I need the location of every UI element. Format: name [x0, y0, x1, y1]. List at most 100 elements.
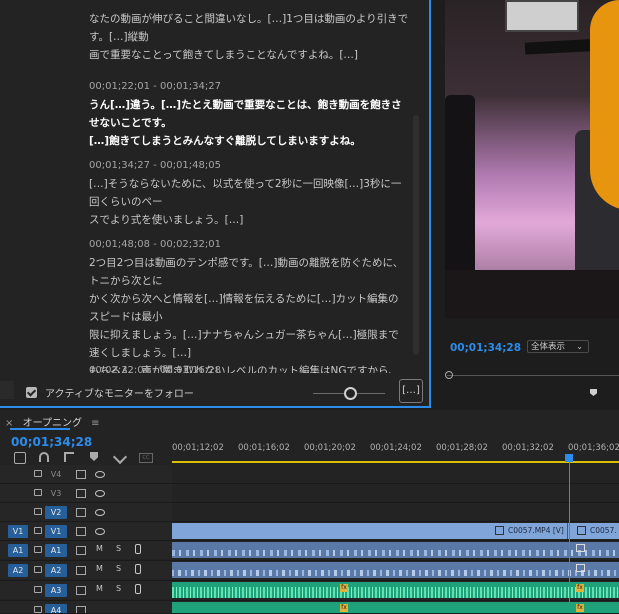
eye-icon[interactable] [95, 471, 105, 478]
insert-icon[interactable] [64, 452, 74, 462]
sync-lock-icon[interactable] [76, 470, 86, 479]
sync-lock-icon[interactable] [76, 606, 86, 613]
solo-button[interactable]: S [116, 564, 121, 573]
more-options-button[interactable]: […] [399, 379, 423, 403]
work-area-bar[interactable] [172, 461, 619, 463]
lock-icon[interactable] [34, 546, 42, 553]
keyframe-icon [576, 564, 585, 572]
guitar-image [445, 95, 475, 285]
track-target[interactable]: A4 [45, 604, 67, 613]
follow-monitor-checkbox[interactable] [26, 387, 37, 398]
track-a2: A2 A2 M S [0, 561, 619, 581]
audio-clip[interactable] [172, 542, 619, 558]
track-header: A3 M S [0, 581, 172, 599]
menu-icon[interactable]: ≡ [91, 418, 99, 429]
solo-button[interactable]: S [116, 584, 121, 593]
transcript-block-2[interactable]: 00;01;34;27 - 00;01;48;05 […]そうならないために、以… [89, 157, 409, 229]
audio-waveform [172, 550, 619, 556]
chevron-down-icon: ⌄ [576, 342, 583, 351]
sync-lock-icon[interactable] [76, 546, 86, 555]
ruler-label: 00;01;32;02 [502, 443, 554, 453]
transcript-line: なたの動画が伸びること間違いなし。[…]1つ目は動画のより引きです。[…]縦動 [89, 13, 409, 43]
lock-icon[interactable] [34, 508, 42, 515]
monitor-screen-image [505, 0, 579, 32]
eye-icon[interactable] [95, 509, 105, 516]
lock-icon[interactable] [34, 566, 42, 573]
track-target[interactable]: V4 [45, 468, 67, 481]
sync-lock-icon[interactable] [76, 566, 86, 575]
add-marker-icon[interactable] [590, 389, 597, 396]
clip-fx-icon [495, 526, 504, 535]
follow-monitor-label: アクティブなモニターをフォロー [45, 389, 194, 400]
track-target[interactable]: V1 [45, 525, 67, 538]
sync-lock-icon[interactable] [76, 508, 86, 517]
fx-badge: fx [576, 604, 584, 612]
audio-waveform [172, 570, 619, 576]
wrench-icon[interactable] [112, 449, 128, 465]
lock-icon[interactable] [34, 606, 42, 613]
lock-icon[interactable] [34, 489, 42, 496]
track-header: A2 A2 M S [0, 561, 172, 579]
solo-button[interactable]: S [116, 544, 121, 553]
time-ruler[interactable]: 00;01;12;02 00;01;16;02 00;01;20;02 00;0… [172, 443, 619, 463]
captions-icon[interactable]: CC [139, 453, 153, 463]
source-patch[interactable]: V1 [8, 525, 28, 538]
transcript-block-0[interactable]: なたの動画が伸びること間違いなし。[…]1つ目は動画のより引きです。[…]縦動 … [89, 10, 409, 64]
transcript-block-4[interactable]: 00;02;32;04 - 00;03;16;28 [89, 362, 409, 373]
track-header: V4 [0, 465, 172, 483]
track-header: V2 [0, 503, 172, 521]
eye-icon[interactable] [95, 490, 105, 497]
video-clip[interactable]: C0057.MP4 [V] C0057. [172, 523, 619, 539]
microphone-icon[interactable] [135, 564, 141, 574]
track-a1: A1 A1 M S [0, 541, 619, 561]
tab-sequence[interactable]: × オープニング ≡ [5, 414, 100, 429]
ruler-label: 00;01;12;02 [172, 443, 224, 453]
lock-icon[interactable] [34, 527, 42, 534]
source-patch[interactable]: A2 [8, 564, 28, 577]
sync-lock-icon[interactable] [76, 527, 86, 536]
source-patch[interactable]: A1 [8, 544, 28, 557]
timeline-timecode[interactable]: 00;01;34;28 [11, 435, 92, 449]
track-target[interactable]: A3 [45, 584, 67, 597]
track-target[interactable]: V2 [45, 506, 67, 519]
transcript-timecode: 00;01;22;01 - 00;01;34;27 [89, 81, 221, 92]
panel-menu-icon[interactable] [0, 381, 14, 399]
sync-lock-icon[interactable] [76, 586, 86, 595]
monitor-timecode[interactable]: 00;01;34;28 [450, 342, 521, 354]
keyframe-icon [576, 544, 585, 552]
lock-icon[interactable] [34, 470, 42, 477]
microphone-icon[interactable] [135, 544, 141, 554]
person-image [590, 0, 619, 210]
zoom-dropdown[interactable]: 全体表示 ⌄ [527, 340, 589, 353]
zoom-slider-handle[interactable] [344, 387, 357, 400]
transcript-timecode: 00;01;48;08 - 00;02;32;01 [89, 239, 221, 250]
sync-lock-icon[interactable] [76, 489, 86, 498]
track-target[interactable]: V3 [45, 487, 67, 500]
playhead-line[interactable] [569, 458, 570, 603]
ruler-label: 00;01;20;02 [304, 443, 356, 453]
add-marker-icon[interactable] [90, 452, 98, 461]
transcript-block-1[interactable]: 00;01;22;01 - 00;01;34;27 うん[…]違う。[…]たとえ… [89, 78, 409, 150]
monitor-scrub-bar[interactable] [447, 375, 619, 376]
audio-clip[interactable]: fx fx [172, 602, 619, 613]
zoom-dropdown-value: 全体表示 [531, 342, 566, 352]
mute-button[interactable]: M [96, 564, 103, 573]
audio-clip[interactable] [172, 562, 619, 578]
lock-icon[interactable] [34, 586, 42, 593]
scrub-start-marker[interactable] [445, 371, 453, 379]
track-target[interactable]: A2 [45, 564, 67, 577]
mute-button[interactable]: M [96, 544, 103, 553]
transcript-scrollbar[interactable] [413, 115, 419, 355]
mute-button[interactable]: M [96, 584, 103, 593]
snap-icon[interactable] [14, 452, 26, 464]
track-target[interactable]: A1 [45, 544, 67, 557]
microphone-icon[interactable] [135, 584, 141, 594]
transcript-toolbar: アクティブなモニターをフォロー […] [0, 373, 429, 406]
floor-image [445, 270, 619, 318]
track-v1: V1 V1 C0057.MP4 [V] C0057. [0, 522, 619, 541]
fx-badge: fx [340, 584, 348, 592]
eye-icon[interactable] [95, 528, 105, 535]
track-header: A1 A1 M S [0, 541, 172, 559]
audio-clip[interactable]: fx fx [172, 582, 619, 598]
linked-selection-icon[interactable] [39, 452, 49, 462]
